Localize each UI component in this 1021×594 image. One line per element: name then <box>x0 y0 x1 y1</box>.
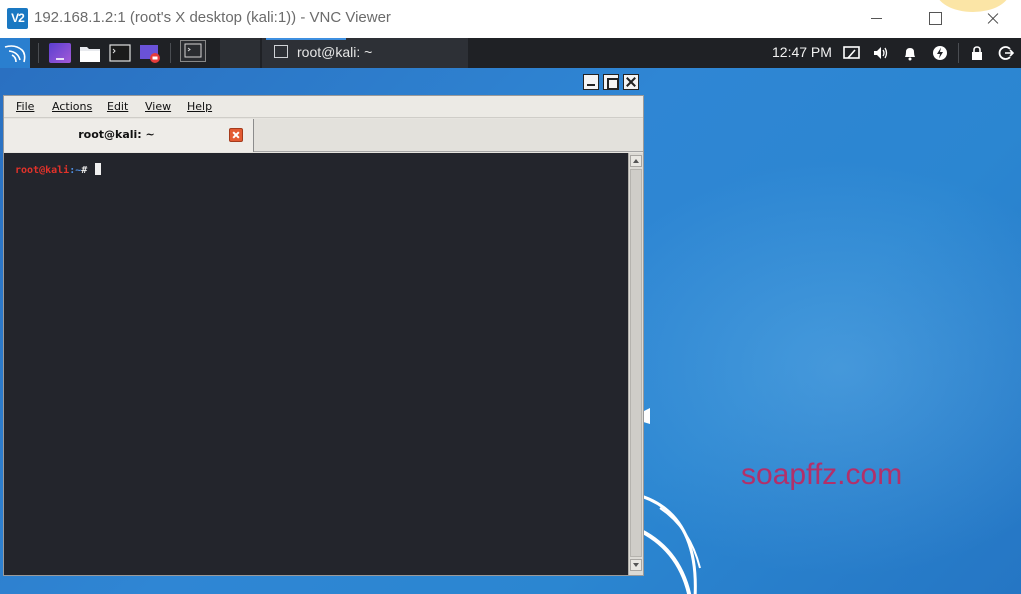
screen-recorder-launcher[interactable] <box>139 43 161 63</box>
taskbar-item-label: root@kali: ~ <box>297 44 373 60</box>
scrollbar-thumb[interactable] <box>630 169 642 557</box>
terminal-maximize-button[interactable] <box>603 74 619 90</box>
power-manager-icon[interactable] <box>932 45 948 61</box>
menu-edit[interactable]: Edit <box>107 100 128 113</box>
taskbar-active-indicator <box>266 38 346 40</box>
scroll-down-icon[interactable] <box>630 559 642 571</box>
terminal-window-controls <box>580 74 644 92</box>
kali-dragon-wallpaper-icon <box>630 408 701 594</box>
tab-root-kali[interactable]: root@kali: ~ <box>4 119 254 152</box>
terminal-launcher[interactable] <box>109 43 131 63</box>
text-cursor <box>95 163 102 175</box>
workspace-1-button[interactable] <box>180 40 206 62</box>
maximize-button[interactable] <box>920 4 950 32</box>
menu-actions[interactable]: Actions <box>52 100 92 113</box>
menu-help[interactable]: Help <box>187 100 212 113</box>
volume-icon[interactable] <box>872 45 888 61</box>
show-desktop-launcher[interactable] <box>49 43 71 63</box>
kali-dragon-icon <box>4 45 26 63</box>
menu-file[interactable]: File <box>16 100 34 113</box>
menu-view-label: View <box>145 100 172 113</box>
window-title: 192.168.1.2:1 (root's X desktop (kali:1)… <box>34 9 391 26</box>
workspace-2-button[interactable] <box>220 38 260 68</box>
taskbar-terminal-icon <box>274 45 288 58</box>
menu-help-label: Help <box>187 100 213 113</box>
terminal-window: File Actions Edit View Help root@kali: ~… <box>3 95 644 576</box>
file-manager-launcher[interactable] <box>79 43 101 63</box>
terminal-icon <box>109 44 131 62</box>
panel-clock[interactable]: 12:47 PM <box>772 44 832 60</box>
display-icon[interactable] <box>843 45 861 61</box>
prompt-path: :~ <box>69 165 82 176</box>
menu-edit-label: Edit <box>107 100 129 113</box>
prompt-user: root@kali <box>15 165 70 176</box>
scroll-up-icon[interactable] <box>630 155 642 167</box>
recorder-icon <box>140 45 160 63</box>
folder-icon <box>80 47 100 62</box>
top-panel: root@kali: ~ 12:47 PM <box>0 38 1021 68</box>
terminal-close-button[interactable] <box>623 74 639 90</box>
tab-close-icon[interactable] <box>229 128 243 142</box>
panel-separator <box>38 43 39 63</box>
kali-menu-button[interactable] <box>0 38 30 68</box>
panel-separator <box>170 43 171 63</box>
menu-actions-label: Actions <box>52 100 93 113</box>
terminal-scrollbar[interactable] <box>628 153 643 575</box>
prompt-symbol: # <box>81 165 94 176</box>
watermark-text: soapffz.com <box>741 458 903 491</box>
terminal-minimize-button[interactable] <box>583 74 599 90</box>
tab-label: root@kali: ~ <box>78 128 155 141</box>
shell-prompt: root@kali:~# <box>15 163 102 176</box>
lock-screen-icon[interactable] <box>969 45 985 61</box>
logout-icon[interactable] <box>998 45 1014 61</box>
desktop-icon <box>56 58 64 60</box>
close-button[interactable] <box>978 4 1008 32</box>
terminal-output[interactable]: root@kali:~# <box>4 153 628 575</box>
vnc-titlebar: V2 192.168.1.2:1 (root's X desktop (kali… <box>0 0 1021 38</box>
workspace-terminal-icon <box>184 43 202 58</box>
menu-view[interactable]: View <box>145 100 171 113</box>
panel-separator <box>958 43 959 63</box>
menu-file-label: File <box>16 100 35 113</box>
remote-desktop[interactable]: root@kali: ~ 12:47 PM File Actions Edit … <box>0 38 1021 594</box>
notifications-bell-icon[interactable] <box>902 45 918 61</box>
terminal-tabbar: root@kali: ~ <box>4 119 643 152</box>
terminal-menubar: File Actions Edit View Help <box>4 96 643 118</box>
minimize-button[interactable] <box>862 4 892 32</box>
vnc-logo-icon: V2 <box>7 8 28 29</box>
